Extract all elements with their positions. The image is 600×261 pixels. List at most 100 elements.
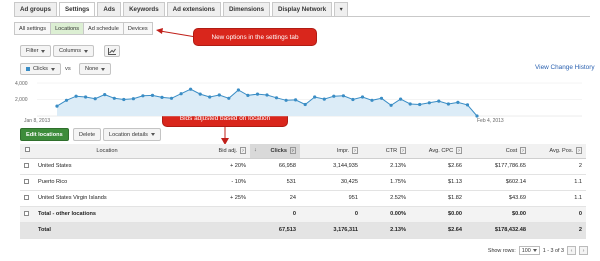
help-icon[interactable]: ? (289, 147, 296, 155)
ctr-cell: 2.13% (362, 222, 410, 239)
help-icon[interactable]: ? (351, 147, 358, 155)
clicks-point[interactable] (208, 95, 212, 99)
clicks-point[interactable] (437, 99, 441, 103)
header-bid-adj[interactable]: Bid adj. ? (180, 144, 250, 159)
columns-label: Columns (59, 48, 82, 54)
clicks-point[interactable] (399, 97, 403, 101)
metric-select[interactable]: Clicks (20, 63, 61, 75)
help-icon[interactable]: ? (239, 147, 246, 155)
help-icon[interactable]: ? (455, 147, 462, 155)
avg-cpc-cell: $2.66 (410, 158, 466, 175)
help-icon[interactable]: ? (575, 147, 582, 155)
clicks-point[interactable] (418, 102, 422, 107)
header-location[interactable]: Location (34, 144, 180, 159)
bid-adj-cell[interactable]: - 10% (180, 174, 250, 191)
bid-adj-cell[interactable]: + 20% (180, 158, 250, 175)
clicks-point[interactable] (313, 95, 317, 99)
clicks-point[interactable] (179, 92, 183, 96)
delete-button[interactable]: Delete (73, 128, 102, 141)
header-avg-cpc[interactable]: Avg. CPC ? (410, 144, 466, 159)
compare-metric-select[interactable]: None (79, 63, 112, 75)
clicks-point[interactable] (322, 97, 326, 101)
clicks-point[interactable] (93, 97, 97, 101)
row-checkbox[interactable] (24, 162, 29, 168)
clicks-point[interactable] (465, 103, 470, 107)
row-checkbox[interactable] (24, 194, 29, 200)
clicks-point[interactable] (265, 93, 269, 97)
clicks-point[interactable] (112, 96, 116, 100)
view-change-history-link[interactable]: View Change History (535, 64, 595, 71)
bid-adj-cell (180, 222, 250, 239)
compare-select-label: None (85, 66, 99, 72)
clicks-point[interactable] (294, 98, 298, 102)
next-page-button[interactable]: › (579, 246, 588, 255)
select-all-cell (20, 144, 34, 159)
clicks-point[interactable] (351, 97, 355, 102)
clicks-point[interactable] (84, 95, 88, 99)
clicks-point[interactable] (332, 94, 336, 98)
cost-cell: $178,432.48 (466, 222, 530, 239)
header-cost[interactable]: Cost ? (466, 144, 530, 159)
header-ctr[interactable]: CTR ? (362, 144, 410, 159)
clicks-point[interactable] (74, 94, 78, 98)
filter-button[interactable]: Filter (20, 45, 52, 57)
header-avg-pos[interactable]: Avg. Pos. ? (530, 144, 586, 159)
clicks-point[interactable] (456, 100, 460, 104)
clicks-point[interactable] (169, 96, 174, 100)
pagination: Show rows: 100 1 - 3 of 3 ‹ › (488, 246, 588, 255)
graph-toggle-button[interactable] (104, 45, 120, 57)
clicks-point[interactable] (64, 98, 69, 102)
header-ctr-label: CTR (385, 148, 398, 155)
x-end-label: Feb 4, 2013 (477, 118, 504, 124)
edit-locations-button[interactable]: Edit locations (20, 128, 69, 141)
avg-pos-cell: 0 (530, 206, 586, 223)
clicks-point[interactable] (341, 94, 345, 98)
clicks-point[interactable] (360, 95, 365, 99)
clicks-point[interactable] (131, 97, 135, 101)
clicks-point[interactable] (427, 101, 431, 105)
clicks-point[interactable] (227, 96, 231, 100)
clicks-point[interactable] (122, 97, 126, 102)
series-color-swatch (26, 67, 30, 71)
chevron-down-icon (101, 67, 106, 71)
clicks-point[interactable] (150, 93, 155, 97)
clicks-point[interactable] (246, 93, 250, 97)
header-avg-cpc-label: Avg. CPC (428, 148, 454, 155)
clicks-point[interactable] (303, 102, 307, 107)
select-all-checkbox[interactable] (24, 147, 30, 153)
clicks-point[interactable] (446, 102, 450, 106)
filter-label: Filter (26, 48, 39, 54)
bid-adj-cell[interactable]: + 25% (180, 190, 250, 207)
clicks-point[interactable] (103, 93, 107, 97)
avg-pos-cell: 1.1 (530, 190, 586, 207)
avg-cpc-cell: $1.13 (410, 174, 466, 191)
clicks-point[interactable] (198, 92, 202, 96)
columns-button[interactable]: Columns (53, 45, 95, 57)
header-clicks[interactable]: ↓ Clicks ? (250, 144, 300, 159)
prev-page-button[interactable]: ‹ (567, 246, 576, 255)
page-range: 1 - 3 of 3 (542, 247, 564, 254)
clicks-point[interactable] (255, 92, 260, 96)
clicks-point[interactable] (217, 93, 221, 97)
clicks-point[interactable] (408, 102, 412, 106)
clicks-point[interactable] (370, 98, 374, 102)
clicks-point[interactable] (141, 94, 145, 98)
help-icon[interactable]: ? (399, 147, 406, 155)
row-checkbox[interactable] (24, 178, 29, 184)
location-details-button[interactable]: Location details (103, 128, 161, 141)
header-impr[interactable]: Impr. ? (300, 144, 362, 159)
impr-cell: 3,144,935 (300, 158, 362, 175)
impr-cell: 3,176,311 (300, 222, 362, 239)
clicks-point[interactable] (236, 88, 240, 92)
clicks-point[interactable] (160, 95, 164, 99)
clicks-point[interactable] (274, 96, 279, 100)
row-checkbox[interactable] (24, 210, 29, 216)
rows-per-page-select[interactable]: 100 (518, 246, 540, 255)
clicks-point[interactable] (389, 103, 393, 107)
clicks-point[interactable] (284, 98, 288, 102)
help-icon[interactable]: ? (519, 147, 526, 155)
clicks-point[interactable] (55, 104, 59, 108)
clicks-point[interactable] (189, 87, 193, 91)
impr-cell: 30,425 (300, 174, 362, 191)
clicks-point[interactable] (379, 96, 384, 100)
